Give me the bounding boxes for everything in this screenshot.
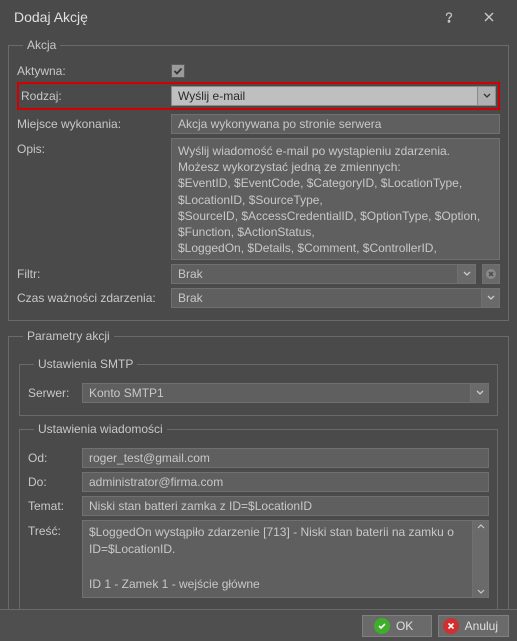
server-value: Konto SMTP1 — [89, 386, 470, 400]
type-label: Rodzaj: — [21, 89, 165, 103]
action-legend: Akcja — [23, 38, 60, 52]
dialog-window: Dodaj Akcję Akcja Aktywna: Rodzaj: Wyśli… — [0, 0, 517, 641]
subject-field[interactable]: Niski stan batteri zamka z ID=$LocationI… — [82, 496, 489, 516]
exec-value: Akcja wykonywana po stronie serwera — [171, 114, 500, 134]
subject-label: Temat: — [28, 499, 76, 513]
body-label: Treść: — [28, 520, 76, 538]
message-legend: Ustawienia wiadomości — [34, 422, 167, 436]
titlebar: Dodaj Akcję — [0, 0, 517, 34]
filter-label: Filtr: — [17, 267, 165, 281]
validity-row: Czas ważności zdarzenia: Brak — [17, 288, 500, 308]
desc-label: Opis: — [17, 138, 165, 156]
to-label: Do: — [28, 475, 76, 489]
ok-button[interactable]: OK — [362, 615, 432, 637]
desc-row: Opis: Wyślij wiadomość e-mail po wystąpi… — [17, 138, 500, 260]
cancel-button[interactable]: Anuluj — [438, 615, 509, 637]
message-group: Ustawienia wiadomości Od: roger_test@gma… — [19, 422, 498, 609]
window-title: Dodaj Akcję — [14, 9, 429, 25]
from-label: Od: — [28, 451, 76, 465]
validity-value: Brak — [178, 291, 481, 305]
scrollbar[interactable] — [472, 521, 488, 597]
ok-label: OK — [396, 619, 413, 633]
smtp-group: Ustawienia SMTP Serwer: Konto SMTP1 — [19, 357, 498, 416]
exec-label: Miejsce wykonania: — [17, 117, 165, 131]
filter-select[interactable]: Brak — [171, 264, 476, 284]
help-button[interactable] — [429, 2, 469, 32]
filter-value: Brak — [178, 267, 457, 281]
chevron-down-icon — [457, 265, 475, 283]
server-label: Serwer: — [28, 386, 76, 400]
content-area: Akcja Aktywna: Rodzaj: Wyślij e-mail Mie… — [0, 34, 517, 609]
scroll-up-icon — [477, 523, 485, 529]
active-label: Aktywna: — [17, 64, 165, 78]
type-select[interactable]: Wyślij e-mail — [171, 86, 496, 106]
desc-value: Wyślij wiadomość e-mail po wystąpieniu z… — [171, 138, 500, 260]
exec-row: Miejsce wykonania: Akcja wykonywana po s… — [17, 114, 500, 134]
validity-select[interactable]: Brak — [171, 288, 500, 308]
server-select[interactable]: Konto SMTP1 — [82, 383, 489, 403]
action-group: Akcja Aktywna: Rodzaj: Wyślij e-mail Mie… — [8, 38, 509, 321]
chevron-down-icon — [477, 87, 495, 105]
cancel-label: Anuluj — [465, 619, 498, 633]
params-group: Parametry akcji Ustawienia SMTP Serwer: … — [8, 329, 509, 609]
chevron-down-icon — [481, 289, 499, 307]
cancel-icon — [443, 618, 459, 634]
close-button[interactable] — [469, 2, 509, 32]
ok-icon — [374, 618, 390, 634]
filter-row: Filtr: Brak — [17, 264, 500, 284]
to-field[interactable]: administrator@firma.com — [82, 472, 489, 492]
validity-label: Czas ważności zdarzenia: — [17, 291, 165, 305]
type-value: Wyślij e-mail — [178, 89, 477, 103]
from-field[interactable]: roger_test@gmail.com — [82, 448, 489, 468]
scroll-down-icon — [477, 589, 485, 595]
smtp-legend: Ustawienia SMTP — [34, 357, 137, 371]
params-legend: Parametry akcji — [23, 329, 114, 343]
footer: OK Anuluj — [0, 609, 517, 641]
body-text: $LoggedOn wystąpiło zdarzenie [713] - Ni… — [83, 521, 472, 597]
active-row: Aktywna: — [17, 64, 500, 78]
active-checkbox[interactable] — [171, 64, 185, 78]
type-highlight: Rodzaj: Wyślij e-mail — [17, 82, 500, 110]
body-field[interactable]: $LoggedOn wystąpiło zdarzenie [713] - Ni… — [82, 520, 489, 598]
filter-clear-button[interactable] — [482, 264, 500, 284]
chevron-down-icon — [470, 384, 488, 402]
